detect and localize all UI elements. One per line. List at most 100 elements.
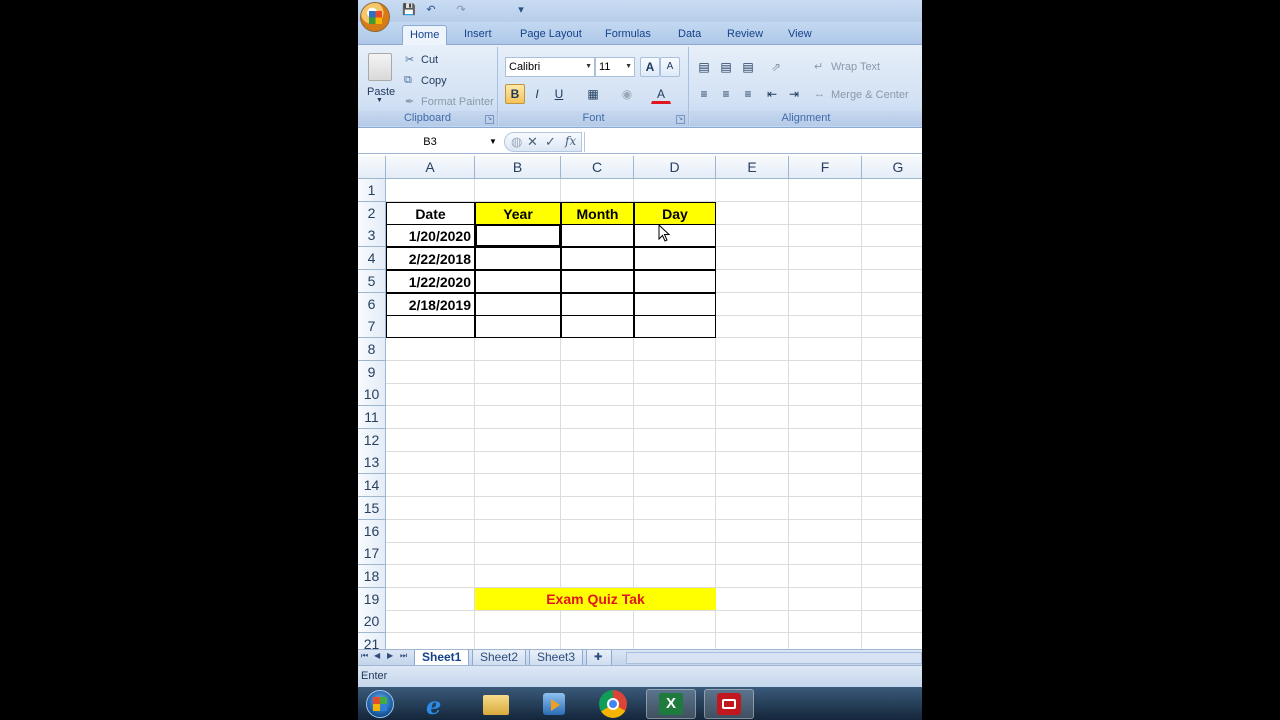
worksheet-grid[interactable]: A B C D E F G 1 2 3 4 5 6 7 8 9 10 11 12 13 14 15 16 17 1…: [358, 156, 922, 649]
cell-b6[interactable]: [475, 292, 561, 316]
cell-c6[interactable]: [561, 292, 634, 316]
cell-a19[interactable]: [386, 587, 475, 611]
cell-e4[interactable]: [716, 247, 789, 271]
cell-d21[interactable]: [634, 633, 716, 649]
media-player-icon[interactable]: [534, 689, 574, 719]
font-name-dropdown-icon[interactable]: ▼: [585, 58, 592, 76]
bold-button[interactable]: B: [505, 84, 525, 104]
row-header-9[interactable]: 9: [358, 360, 386, 384]
cell-b2[interactable]: Year: [475, 201, 561, 225]
cell-f20[interactable]: [789, 610, 862, 634]
cell-c4[interactable]: [561, 247, 634, 271]
column-header-f[interactable]: F: [789, 156, 862, 179]
cell-d20[interactable]: [634, 610, 716, 634]
paste-icon[interactable]: [368, 53, 392, 81]
cell-e13[interactable]: [716, 451, 789, 475]
column-header-e[interactable]: E: [716, 156, 789, 179]
increase-indent-icon[interactable]: ⇥: [784, 84, 804, 104]
cell-a9[interactable]: [386, 360, 475, 384]
cell-g12[interactable]: [862, 429, 922, 452]
cell-g17[interactable]: [862, 542, 922, 566]
cell-f4[interactable]: [789, 247, 862, 271]
cell-a15[interactable]: [386, 496, 475, 520]
cell-a14[interactable]: [386, 474, 475, 498]
cell-c9[interactable]: [561, 360, 634, 384]
cell-c10[interactable]: [561, 383, 634, 407]
cut-button[interactable]: Cut: [421, 54, 438, 66]
cell-b3[interactable]: [475, 224, 561, 248]
cell-a17[interactable]: [386, 542, 475, 566]
cell-f9[interactable]: [789, 360, 862, 384]
horizontal-scrollbar[interactable]: [626, 652, 922, 664]
cell-e14[interactable]: [716, 474, 789, 498]
row-header-19[interactable]: 19: [358, 587, 386, 611]
format-painter-icon[interactable]: ✒: [405, 95, 414, 108]
cell-g5[interactable]: [862, 270, 922, 293]
cell-e11[interactable]: [716, 406, 789, 429]
cell-a16[interactable]: [386, 519, 475, 543]
copy-button[interactable]: Copy: [421, 75, 447, 87]
cell-d1[interactable]: [634, 179, 716, 202]
row-header-7[interactable]: 7: [358, 315, 386, 339]
cell-f3[interactable]: [789, 224, 862, 248]
start-orb-icon[interactable]: [360, 689, 400, 719]
cell-g18[interactable]: [862, 565, 922, 588]
sheet-tab-sheet3[interactable]: Sheet3: [529, 650, 584, 666]
cell-a4[interactable]: 2/22/2018: [386, 247, 475, 271]
align-left-icon[interactable]: ≡: [694, 84, 714, 104]
cell-f1[interactable]: [789, 179, 862, 202]
cell-f8[interactable]: [789, 337, 862, 361]
column-header-b[interactable]: B: [475, 156, 561, 179]
tab-formulas[interactable]: Formulas: [598, 25, 658, 45]
row-header-12[interactable]: 12: [358, 428, 386, 452]
cell-c12[interactable]: [561, 428, 634, 452]
cell-g1[interactable]: [862, 179, 922, 202]
cell-e5[interactable]: [716, 269, 789, 293]
row-header-15[interactable]: 15: [358, 496, 386, 520]
prev-sheet-icon[interactable]: ◀: [374, 651, 380, 660]
insert-sheet-icon[interactable]: ✚: [586, 650, 612, 666]
cell-a21[interactable]: [386, 633, 475, 649]
cell-e20[interactable]: [716, 610, 789, 634]
cell-a10[interactable]: [386, 383, 475, 407]
cell-e16[interactable]: [716, 519, 789, 543]
cell-e1[interactable]: [716, 179, 789, 202]
cell-g10[interactable]: [862, 383, 922, 407]
cell-c13[interactable]: [561, 451, 634, 475]
merge-center-icon[interactable]: ↔: [814, 88, 825, 100]
cell-c20[interactable]: [561, 610, 634, 634]
cut-icon[interactable]: ✂: [405, 53, 414, 66]
cell-a2[interactable]: Date: [386, 201, 475, 225]
cell-a13[interactable]: [386, 451, 475, 475]
banner-cell[interactable]: Exam Quiz Tak: [475, 587, 716, 611]
cell-g6[interactable]: [862, 293, 922, 316]
cell-d4[interactable]: [634, 247, 716, 271]
orientation-icon[interactable]: ⇗: [766, 57, 786, 77]
font-launcher-icon[interactable]: ↘: [676, 115, 685, 124]
borders-icon[interactable]: ▦: [583, 84, 603, 104]
cell-f7[interactable]: [789, 315, 862, 339]
cell-c14[interactable]: [561, 474, 634, 498]
cell-e17[interactable]: [716, 542, 789, 566]
cell-e12[interactable]: [716, 428, 789, 452]
cell-b10[interactable]: [475, 383, 561, 407]
cell-b5[interactable]: [475, 269, 561, 293]
cell-c2[interactable]: Month: [561, 201, 634, 225]
cell-g20[interactable]: [862, 610, 922, 634]
cell-d2[interactable]: Day: [634, 201, 716, 225]
cell-d9[interactable]: [634, 360, 716, 384]
font-name-combo[interactable]: Calibri ▼: [505, 57, 595, 77]
column-header-a[interactable]: A: [386, 156, 475, 179]
cell-f17[interactable]: [789, 542, 862, 566]
cell-g8[interactable]: [862, 338, 922, 361]
cell-g9[interactable]: [862, 361, 922, 384]
cell-c18[interactable]: [561, 564, 634, 588]
cell-f6[interactable]: [789, 292, 862, 316]
row-header-1[interactable]: 1: [358, 179, 386, 202]
cell-c5[interactable]: [561, 269, 634, 293]
cell-e15[interactable]: [716, 496, 789, 520]
cell-e8[interactable]: [716, 337, 789, 361]
row-header-11[interactable]: 11: [358, 406, 386, 429]
cell-a8[interactable]: [386, 337, 475, 361]
cell-f12[interactable]: [789, 428, 862, 452]
